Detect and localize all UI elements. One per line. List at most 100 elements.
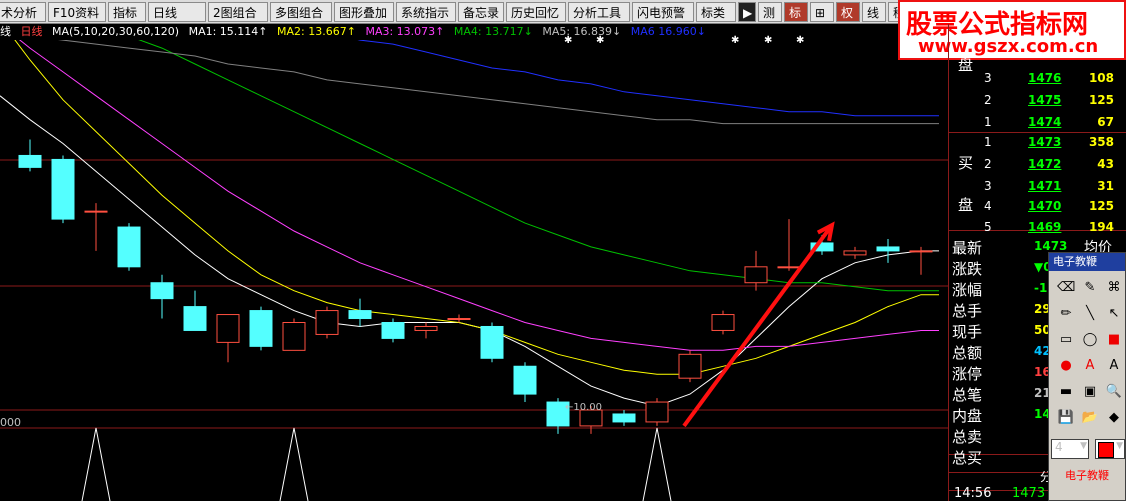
low-price-marker: ←10.00 xyxy=(565,402,603,413)
toolbar-button[interactable]: 测 xyxy=(758,2,782,22)
ma2-value: MA2: 13.667↑ xyxy=(277,25,356,38)
ma3-value: MA3: 13.073↑ xyxy=(365,25,445,38)
order-level: 5 xyxy=(984,220,992,234)
lasso-icon[interactable]: ⌘ xyxy=(1105,279,1123,297)
toolbar-button[interactable]: 分析工具 xyxy=(568,2,630,22)
order-level: 2 xyxy=(984,157,992,171)
order-volume: 31 xyxy=(1097,179,1114,193)
order-price: 1470 xyxy=(1028,199,1062,213)
tick-time: 14:56 xyxy=(954,486,992,501)
toolbar-button[interactable]: 历史回忆 xyxy=(506,2,566,22)
chart-type-label[interactable]: 日线 xyxy=(21,25,43,38)
candle-body xyxy=(348,310,372,320)
toolbar-button[interactable]: 标类 xyxy=(696,2,736,22)
zoom-icon[interactable]: 🔍 xyxy=(1105,383,1123,401)
image-icon[interactable]: ▣ xyxy=(1081,383,1099,401)
popup-footer: 电子教鞭 xyxy=(1065,469,1109,482)
order-volume: 125 xyxy=(1088,199,1114,213)
buy-order-row[interactable]: 1 1473 358 xyxy=(948,132,1126,154)
text-outline-icon[interactable]: A xyxy=(1105,357,1123,375)
toolbar-button[interactable]: 指标 xyxy=(108,2,146,22)
ma-spec-label: MA(5,10,20,30,60,120) xyxy=(52,25,180,38)
ma-line-ma1 xyxy=(0,95,939,407)
stat-value: 1473 xyxy=(1034,239,1068,253)
pen-size-value: 4 xyxy=(1055,440,1063,454)
candle-body xyxy=(216,314,240,343)
chevron-down-icon[interactable]: ▼ xyxy=(1116,441,1123,451)
toolbar-button[interactable]: 备忘录 xyxy=(458,2,504,22)
toolbar-button[interactable]: F10资料 xyxy=(48,2,106,22)
order-price: 1474 xyxy=(1028,115,1062,129)
candle-body xyxy=(249,310,273,347)
open-icon[interactable]: 📂 xyxy=(1081,409,1099,427)
drawing-tools-popup[interactable]: 电子教鞭 4 ▼ ▼ 电子教鞭 ⌫ ✎ ⌘ ✏ ╲ ↖ ▭ ◯ ■ ● A A ▬ ▣ 🔍 💾 📂 ◆ xyxy=(1048,252,1126,501)
line-icon[interactable]: ╲ xyxy=(1081,305,1099,323)
sell-order-row[interactable]: 1 1474 67 xyxy=(948,112,1126,134)
buy-order-row[interactable]: 4 1470 125 xyxy=(948,196,1126,218)
toolbar-button[interactable]: 术分析 xyxy=(0,2,46,22)
pencil-icon[interactable]: ✏ xyxy=(1057,305,1075,323)
toolbar-button[interactable]: 2图组合 xyxy=(208,2,268,22)
tick-price: 1473 xyxy=(1012,486,1046,501)
popup-title[interactable]: 电子教鞭 xyxy=(1049,253,1125,271)
ma-line-ma2 xyxy=(14,40,939,375)
eraser-icon[interactable]: ⌫ xyxy=(1057,279,1075,297)
toolbar-button[interactable]: ▶ xyxy=(738,2,756,22)
candle-body xyxy=(18,154,42,168)
buy-order-row[interactable]: 2 1472 43 xyxy=(948,154,1126,176)
candle-body xyxy=(876,246,900,252)
order-level: 2 xyxy=(984,93,992,107)
fill-rect-icon[interactable]: ■ xyxy=(1105,331,1123,349)
stat-label: 总额 xyxy=(952,344,983,362)
marker-star-icon: ✱ xyxy=(764,35,773,46)
black-icon[interactable]: ▬ xyxy=(1057,383,1075,401)
ma5-value: MA5: 16.839↓ xyxy=(542,25,622,38)
toolbar-button[interactable]: 线 xyxy=(862,2,886,22)
ma-line-ma3 xyxy=(19,40,939,351)
pen-color-select[interactable]: ▼ xyxy=(1095,439,1125,459)
buy-order-row[interactable]: 3 1471 31 xyxy=(948,176,1126,198)
stat-label: 总手 xyxy=(952,302,983,320)
toolbar-button[interactable]: 权 xyxy=(836,2,860,22)
candle-body xyxy=(381,322,405,339)
toolbar-button[interactable]: ⊞ xyxy=(810,2,834,22)
toolbar-button[interactable]: 标 xyxy=(784,2,808,22)
text-icon[interactable]: A xyxy=(1081,357,1099,375)
trend-arrow-icon xyxy=(682,223,834,428)
chevron-down-icon[interactable]: ▼ xyxy=(1080,441,1087,451)
diamond-icon[interactable]: ◆ xyxy=(1105,409,1123,427)
toolbar-button[interactable]: 日线 xyxy=(148,2,206,22)
rect-icon[interactable]: ▭ xyxy=(1057,331,1075,349)
pen-size-select[interactable]: 4 ▼ xyxy=(1051,439,1089,459)
toolbar-button[interactable]: 图形叠加 xyxy=(334,2,394,22)
sell-order-row[interactable]: 3 1476 108 xyxy=(948,68,1126,90)
candle-body xyxy=(909,250,933,253)
toolbar-button[interactable]: 系统指示 xyxy=(396,2,456,22)
order-price: 1469 xyxy=(1028,220,1062,234)
pen-icon[interactable]: ✎ xyxy=(1081,279,1099,297)
order-volume: 67 xyxy=(1097,115,1114,129)
candle-body xyxy=(84,210,108,213)
toolbar-button[interactable]: 多图组合 xyxy=(270,2,332,22)
order-volume: 43 xyxy=(1097,157,1114,171)
candle-body xyxy=(150,282,174,300)
fill-ellipse-icon[interactable]: ● xyxy=(1057,357,1075,375)
arrow-icon[interactable]: ↖ xyxy=(1105,305,1123,323)
candle-body xyxy=(315,310,339,335)
sub-chart-value: 000 xyxy=(0,416,21,429)
candle-body xyxy=(513,365,537,395)
order-volume: 125 xyxy=(1088,93,1114,107)
toolbar-button[interactable]: 闪电预警 xyxy=(632,2,694,22)
order-level: 1 xyxy=(984,115,992,129)
kline-chart[interactable] xyxy=(0,40,948,501)
save-icon[interactable]: 💾 xyxy=(1057,409,1075,427)
candle-body xyxy=(612,413,636,423)
sell-order-row[interactable]: 2 1475 125 xyxy=(948,90,1126,112)
candle-body xyxy=(645,401,669,423)
stat-label: 内盘 xyxy=(952,407,983,425)
ellipse-icon[interactable]: ◯ xyxy=(1081,331,1099,349)
indicator-spike xyxy=(279,427,309,501)
ma-line-ma5 xyxy=(58,40,939,125)
order-price: 1475 xyxy=(1028,93,1062,107)
candle-body xyxy=(282,322,306,351)
